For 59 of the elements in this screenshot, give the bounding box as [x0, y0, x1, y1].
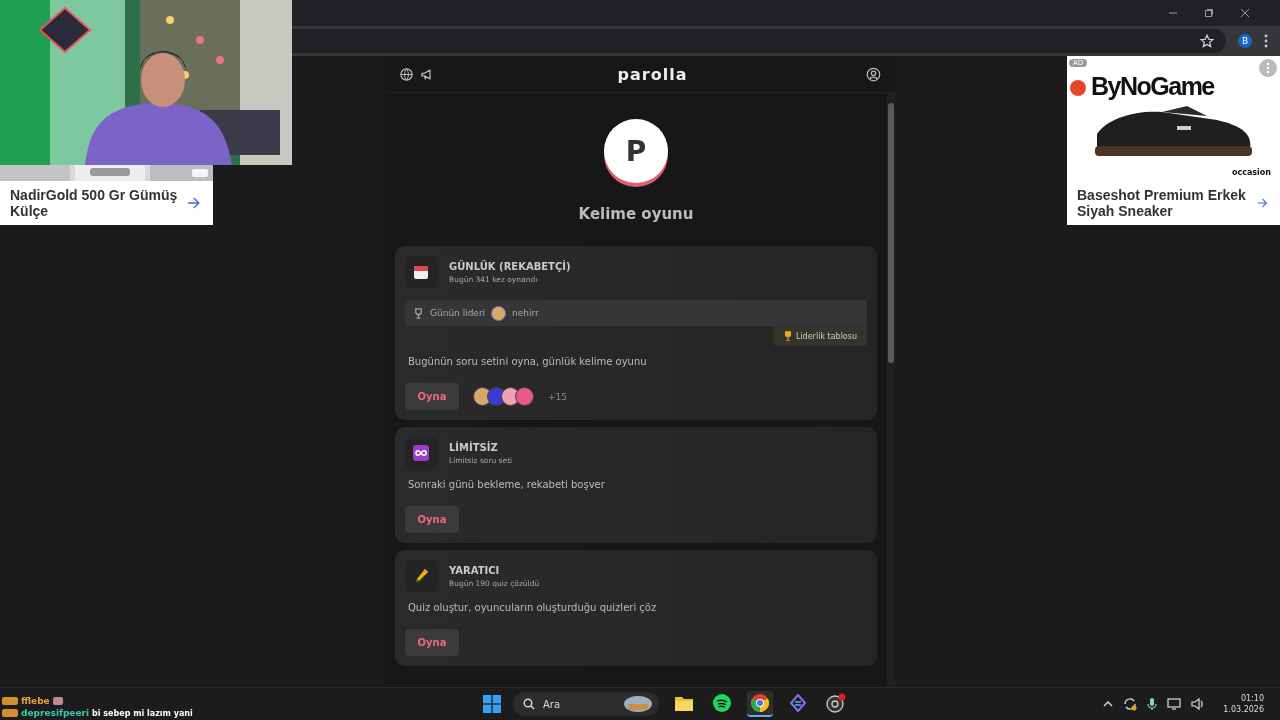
mode-title: GÜNLÜK (REKABETÇİ) [449, 260, 571, 272]
start-icon[interactable] [483, 695, 501, 713]
chat-username: fflebe [21, 696, 50, 706]
trophy-icon [782, 331, 793, 341]
globe-icon[interactable] [399, 66, 414, 82]
restore-icon[interactable] [1204, 8, 1214, 18]
browser-icon[interactable] [751, 694, 769, 712]
diamond-icon[interactable] [789, 694, 807, 712]
leaderboard-button[interactable]: Liderlik tablosu [772, 326, 867, 346]
arrow-right-icon[interactable] [1257, 196, 1268, 210]
ad-card[interactable]: NadirGold 500 Gr Gümüş Külçe [0, 165, 213, 225]
mode-description: Quiz oluştur, oyuncuların oluşturduğu quizleri çöz [407, 602, 658, 613]
calendar-icon [413, 264, 429, 280]
chevron-up-icon[interactable] [1103, 700, 1114, 708]
badge-icon [2, 697, 18, 705]
player-count: +15 [548, 391, 567, 402]
profile-avatar[interactable]: B [1238, 34, 1252, 48]
ad-title[interactable]: Baseshot Premium Erkek Siyah Sneaker [1077, 187, 1258, 219]
infinity-icon [413, 445, 429, 461]
ad-title[interactable]: NadirGold 500 Gr Gümüş Külçe [10, 187, 188, 219]
network-icon[interactable] [1167, 697, 1182, 711]
play-button[interactable]: Oyna [405, 383, 459, 410]
mode-title: LİMİTSİZ [449, 441, 499, 453]
menu-icon[interactable] [1264, 34, 1268, 48]
logo-badge: P [604, 119, 668, 183]
arrow-right-icon[interactable] [187, 196, 201, 210]
page-heading: Kelime oyunu [578, 205, 694, 223]
sync-icon[interactable] [1123, 697, 1138, 711]
badge-icon [2, 709, 18, 717]
avatar-icon [515, 387, 534, 406]
chat-message: bi sebep mi lazım yani [92, 708, 193, 718]
microphone-icon[interactable] [1147, 697, 1158, 711]
search-icon[interactable] [523, 698, 535, 710]
play-button[interactable]: Oyna [405, 629, 459, 656]
mode-title: YARATICI [449, 564, 501, 576]
mode-description: Sonraki günü bekleme, rekabeti boşver [407, 479, 606, 490]
avatar-icon [491, 305, 507, 321]
leader-name: nehirr [512, 308, 539, 318]
volume-icon[interactable] [1191, 697, 1206, 711]
pencil-icon [413, 568, 429, 584]
star-icon[interactable] [1200, 34, 1214, 48]
clock-time[interactable]: 01:10 [1240, 694, 1264, 703]
leader-label: Günün lideri [430, 308, 486, 318]
app-logo[interactable]: parolla [617, 64, 688, 84]
search-bar[interactable]: Ara [513, 692, 659, 716]
play-button[interactable]: Oyna [405, 506, 459, 533]
mode-description: Bugünün soru setini oyna, günlük kelime oyunu [407, 356, 648, 367]
brand-logo: ByNoGame [1091, 72, 1214, 101]
search-field[interactable]: Ara [541, 697, 617, 711]
taskbar-app[interactable] [747, 691, 773, 717]
folder-icon[interactable] [675, 695, 693, 711]
music-app-icon[interactable] [713, 694, 731, 712]
trophy-icon [413, 307, 424, 319]
clock-date[interactable]: 1.03.2026 [1223, 705, 1264, 714]
user-icon[interactable] [866, 66, 881, 82]
emote-icon [52, 697, 63, 705]
close-icon[interactable] [1240, 8, 1250, 18]
chat-username: depresifpeeri [21, 708, 90, 718]
scrollbar[interactable] [888, 103, 894, 363]
